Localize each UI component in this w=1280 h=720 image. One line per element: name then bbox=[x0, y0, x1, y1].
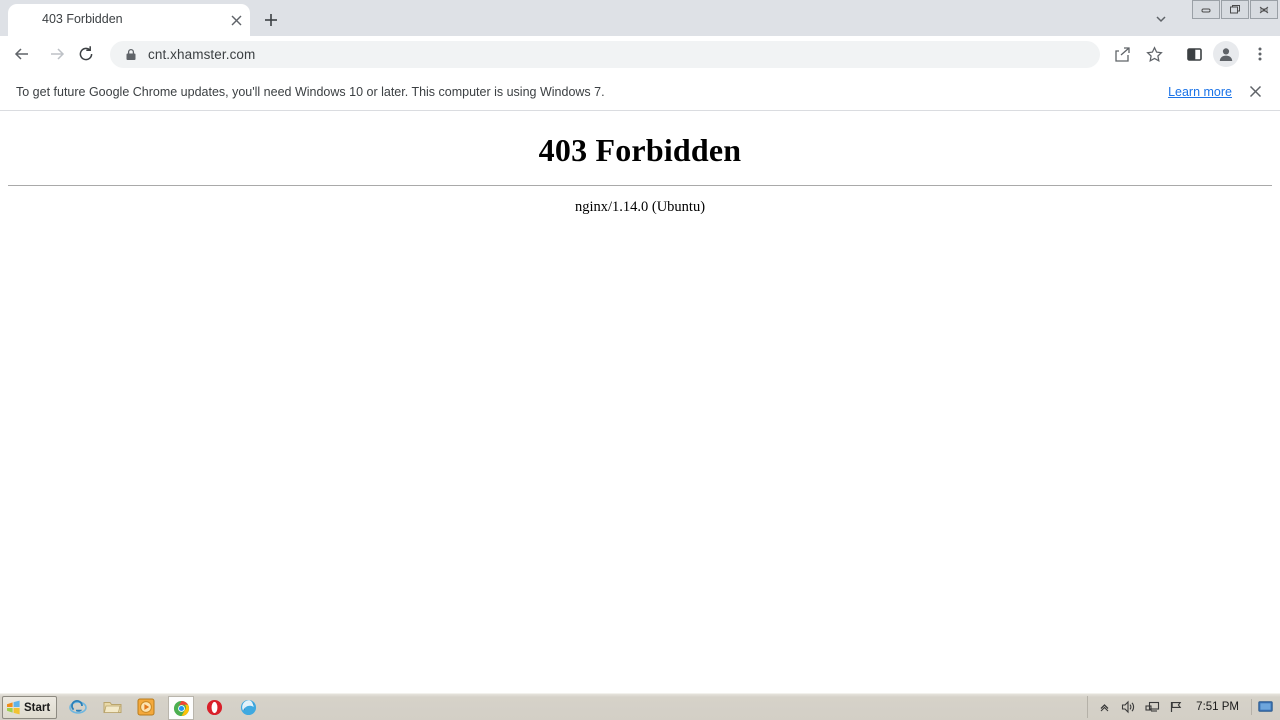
address-bar-url: cnt.xhamster.com bbox=[148, 47, 256, 62]
update-notification-bar: To get future Google Chrome updates, you… bbox=[0, 73, 1280, 111]
screen: 403 Forbidden cnt.xhamster.com To get fu… bbox=[0, 0, 1280, 720]
page-content: 403 Forbidden nginx/1.14.0 (Ubuntu) bbox=[0, 111, 1280, 216]
taskbar-clock[interactable]: 7:51 PM bbox=[1192, 701, 1243, 713]
forward-button[interactable] bbox=[45, 42, 69, 66]
browser-tab[interactable]: 403 Forbidden bbox=[8, 4, 250, 36]
learn-more-link[interactable]: Learn more bbox=[1168, 85, 1232, 99]
page-title: 403 Forbidden bbox=[538, 132, 742, 168]
browser-toolbar: cnt.xhamster.com bbox=[0, 36, 1280, 73]
window-controls bbox=[1191, 0, 1278, 19]
reload-button[interactable] bbox=[74, 42, 98, 66]
microsoft-edge-icon bbox=[240, 699, 256, 715]
start-button[interactable]: Start bbox=[2, 696, 58, 719]
show-hidden-icons-chevron-icon[interactable] bbox=[1096, 699, 1112, 715]
internet-explorer-icon bbox=[69, 700, 87, 714]
notification-message: To get future Google Chrome updates, you… bbox=[16, 84, 605, 99]
network-icon[interactable] bbox=[1144, 699, 1160, 715]
back-button[interactable] bbox=[10, 42, 34, 66]
taskbar-item-microsoft-edge[interactable] bbox=[238, 697, 258, 717]
avatar bbox=[1213, 41, 1239, 67]
windows-flag-icon bbox=[7, 700, 20, 715]
server-signature: nginx/1.14.0 (Ubuntu) bbox=[574, 199, 706, 215]
window-close-button[interactable] bbox=[1250, 0, 1278, 19]
window-minimize-button[interactable] bbox=[1192, 0, 1220, 19]
notification-close-icon[interactable] bbox=[1246, 83, 1264, 101]
show-desktop-icon[interactable] bbox=[1251, 699, 1274, 715]
chrome-browser-window: 403 Forbidden cnt.xhamster.com To get fu… bbox=[0, 0, 1280, 695]
system-tray: 7:51 PM bbox=[1087, 696, 1278, 718]
volume-icon[interactable] bbox=[1120, 699, 1136, 715]
bookmark-star-icon[interactable] bbox=[1142, 42, 1166, 66]
tab-strip: 403 Forbidden bbox=[0, 0, 1280, 36]
windows-taskbar: Start 7:51 PM bbox=[0, 693, 1280, 720]
opera-icon bbox=[206, 699, 222, 715]
share-icon[interactable] bbox=[1110, 42, 1134, 66]
address-bar[interactable]: cnt.xhamster.com bbox=[110, 41, 1100, 68]
chrome-menu-icon[interactable] bbox=[1248, 42, 1272, 66]
tab-close-icon[interactable] bbox=[226, 10, 246, 30]
media-player-icon bbox=[137, 698, 155, 716]
side-panel-icon[interactable] bbox=[1182, 42, 1206, 66]
page-viewport: 403 Forbidden nginx/1.14.0 (Ubuntu) ANY … bbox=[0, 111, 1280, 695]
taskbar-item-windows-explorer[interactable] bbox=[102, 697, 122, 717]
taskbar-item-internet-explorer[interactable] bbox=[68, 697, 88, 717]
tab-search-chevron-down-icon[interactable] bbox=[1150, 8, 1172, 30]
google-chrome-icon bbox=[173, 700, 189, 716]
new-tab-button[interactable] bbox=[258, 7, 284, 33]
taskbar-item-windows-media-player[interactable] bbox=[136, 697, 156, 717]
profile-avatar[interactable] bbox=[1213, 41, 1239, 67]
window-restore-button[interactable] bbox=[1221, 0, 1249, 19]
taskbar-item-opera[interactable] bbox=[204, 697, 224, 717]
taskbar-item-google-chrome[interactable] bbox=[168, 696, 194, 720]
lock-icon bbox=[124, 48, 138, 62]
tab-title: 403 Forbidden bbox=[42, 12, 123, 26]
folder-icon bbox=[103, 702, 121, 713]
action-center-flag-icon[interactable] bbox=[1168, 699, 1184, 715]
start-button-label: Start bbox=[24, 701, 51, 714]
